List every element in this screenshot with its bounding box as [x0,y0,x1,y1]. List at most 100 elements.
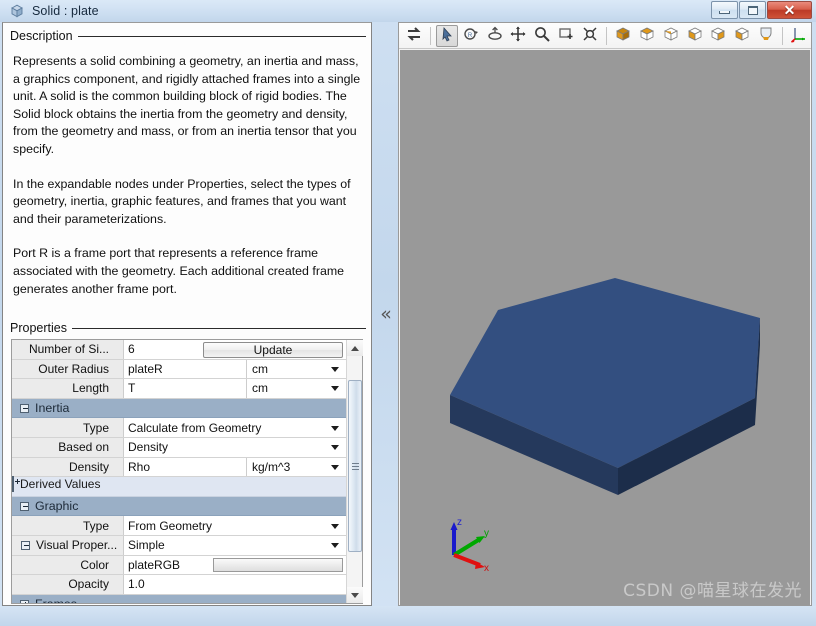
unit-value: cm [252,361,268,376]
property-value-input[interactable]: Simple [124,535,346,555]
unit-dropdown[interactable]: cm [246,379,346,398]
orbit-button[interactable] [484,25,506,47]
collapse-node-icon[interactable] [20,403,29,413]
select-cursor-button[interactable] [435,24,458,47]
property-group-row[interactable]: Derived Values Update [12,341,346,497]
property-value-input[interactable]: plateRGB [124,555,346,575]
property-row[interactable]: Color plateRGB [12,555,346,576]
unit-dropdown[interactable]: kg/m^3 [246,457,346,477]
property-value-input[interactable]: Density [124,437,346,457]
view-isometric-button[interactable] [755,25,777,47]
view-left-icon [709,25,727,46]
swap-ports-button[interactable] [403,25,425,47]
property-value-input[interactable]: T [124,379,246,398]
rotate-view-button[interactable]: R [460,25,482,47]
svg-text:y: y [484,528,489,539]
property-row[interactable]: Visual Proper... Simple [12,535,346,556]
property-label-text: Opacity [68,577,109,592]
expand-node-icon[interactable] [12,476,14,493]
view-front-icon [614,25,632,46]
description-group-label: Description [10,29,73,43]
property-row[interactable]: Opacity 1.0 [12,575,346,595]
chevron-down-icon[interactable] [331,464,339,470]
property-label-text: Density [68,459,109,474]
property-value-text: 1.0 [128,577,145,592]
property-label: Outer Radius [12,359,124,379]
zoom-box-button[interactable] [555,25,577,47]
property-value-input[interactable]: Rho [124,457,246,477]
scrollbar-thumb[interactable] [348,380,362,552]
unit-value: cm [252,381,268,396]
view-right-button[interactable] [731,25,753,47]
chevron-down-icon[interactable] [331,543,339,549]
view-top-icon [662,25,680,46]
view-right-icon [733,25,751,46]
property-row[interactable]: Density Rho kg/m^3 [12,457,346,478]
chevron-up-icon [351,345,359,351]
zoom-button[interactable] [531,25,553,47]
orbit-icon [486,25,504,46]
property-value-text: Density [128,440,169,455]
maximize-button[interactable] [739,1,766,19]
property-value-input[interactable]: plateR [124,359,246,379]
view-front-button[interactable] [612,25,634,47]
property-label-text: Color [80,557,109,572]
property-row[interactable]: Length Tcm [12,379,346,399]
property-group-label: Frames [35,597,77,603]
chevron-down-icon[interactable] [331,523,339,529]
panel-collapse-handle[interactable]: « [374,22,398,606]
view-bottom-button[interactable] [684,25,706,47]
property-value-input[interactable]: From Geometry [124,516,346,535]
update-derived-values-button[interactable]: Update [203,341,343,358]
close-button[interactable]: ✕ [767,1,812,19]
view-top-button[interactable] [660,25,682,47]
svg-text:z: z [457,517,462,528]
scroll-down-button[interactable] [347,587,363,603]
property-label-text: Based on [58,440,109,455]
fit-to-view-icon [581,25,599,46]
viewer-panel: R z y x CSDN @喵星球在发光 [398,22,812,606]
chevron-down-icon[interactable] [331,425,339,431]
property-group-row[interactable]: Graphic [12,496,346,517]
property-group-cell: Frames [12,595,346,603]
svg-text:x: x [484,563,489,573]
property-group-row[interactable]: Frames [12,594,346,603]
fit-to-view-button[interactable] [579,25,601,47]
minimize-button[interactable] [711,1,738,19]
cube-icon [9,3,25,19]
group-divider [71,327,366,329]
view-back-button[interactable] [636,25,658,47]
pan-button[interactable] [508,25,530,47]
property-value-input[interactable]: Calculate from Geometry [124,418,346,437]
unit-dropdown[interactable]: cm [246,359,346,379]
property-row[interactable]: Outer Radius plateR cm [12,359,346,380]
property-value-text: T [128,381,136,396]
collapse-node-icon[interactable] [21,540,30,550]
description-paragraph: Port R is a frame port that represents a… [13,246,345,296]
collapse-node-icon[interactable] [20,501,29,511]
property-group-row[interactable]: Inertia [12,398,346,419]
properties-table: Number of Si... 6 Outer Radius plateR cm Leng… [11,339,363,604]
unit-value: kg/m^3 [252,459,291,474]
property-row[interactable]: Type Calculate from Geometry [12,418,346,438]
scroll-up-button[interactable] [347,340,363,356]
view-left-button[interactable] [708,25,730,47]
property-label: Visual Proper... [12,535,124,555]
property-value-text: Rho [128,459,151,474]
expand-node-icon[interactable] [20,599,29,603]
property-row[interactable]: Type From Geometry [12,516,346,536]
3d-viewport[interactable]: z y x CSDN @喵星球在发光 [400,50,810,605]
toggle-axis-triad-button[interactable] [788,25,810,47]
color-swatch-button[interactable] [213,557,343,572]
select-cursor-icon [438,25,456,46]
description-group: Description Represents a solid combining… [10,28,366,298]
chevron-down-icon[interactable] [331,386,339,392]
property-label: Length [12,379,124,398]
chevron-down-icon[interactable] [331,366,339,372]
property-value-input[interactable]: 1.0 [124,575,346,594]
property-row[interactable]: Based on Density [12,437,346,458]
chevron-down-icon[interactable] [331,445,339,451]
description-text: Represents a solid combining a geometry,… [10,44,366,298]
properties-scrollbar[interactable] [346,340,363,603]
zoom-icon [533,25,551,46]
